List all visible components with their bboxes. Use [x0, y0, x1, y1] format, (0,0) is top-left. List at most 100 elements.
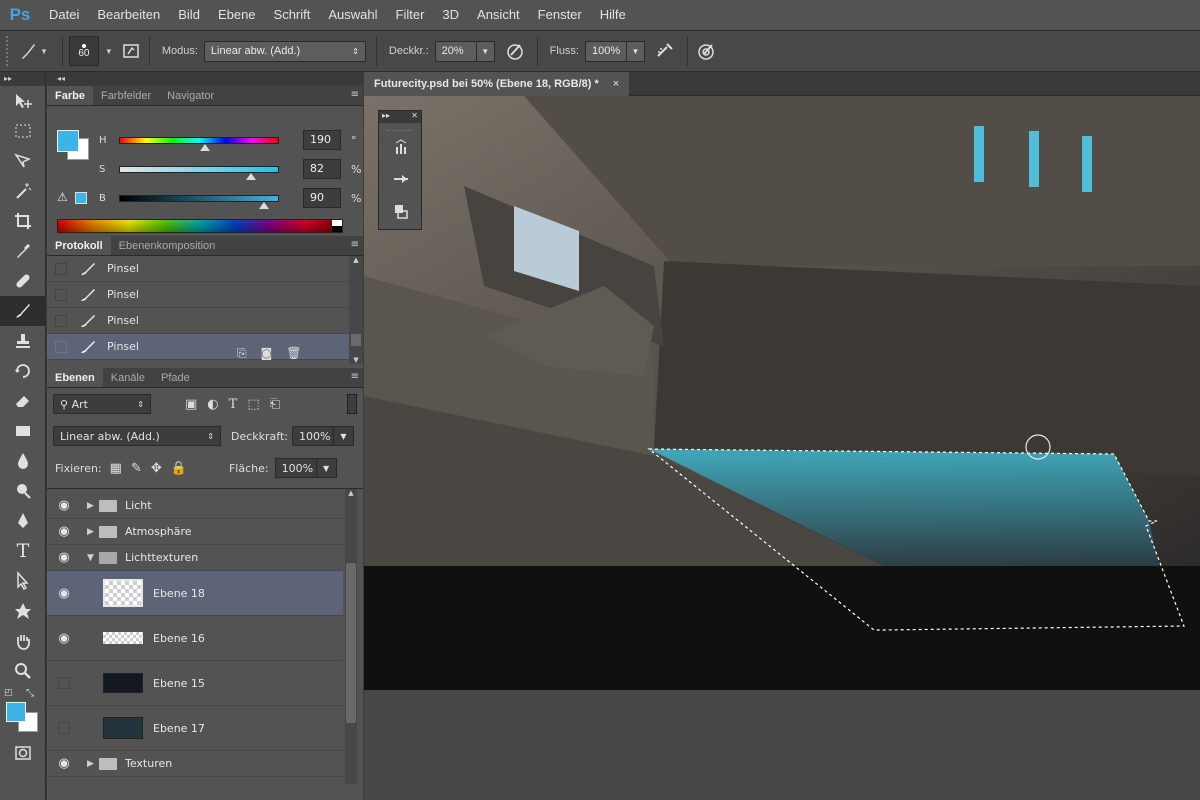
expand-arrow-icon[interactable]: ▶ — [87, 501, 99, 511]
pressure-size-icon[interactable] — [694, 39, 718, 63]
filter-adjustment-icon[interactable]: ◐ — [207, 397, 218, 412]
visibility-eye-icon[interactable]: ◉ — [47, 524, 81, 539]
brush-tool-icon[interactable] — [0, 296, 46, 326]
type-tool-icon[interactable]: T — [0, 536, 46, 566]
move-tool-icon[interactable] — [0, 86, 46, 116]
default-colors-icon[interactable]: ◰ — [4, 688, 13, 698]
history-item[interactable]: Pinsel — [47, 282, 349, 308]
layer-row[interactable]: Ebene 17 — [47, 706, 343, 751]
layer-row[interactable]: Ebene 15 — [47, 661, 343, 706]
visibility-eye-icon[interactable]: ◉ — [47, 756, 81, 771]
path-selection-tool-icon[interactable] — [0, 566, 46, 596]
layer-group-row[interactable]: ◉ ▶ Atmosphäre — [47, 519, 343, 545]
filter-smartobject-icon[interactable]: ⎗ — [270, 397, 280, 412]
spectrum-black-swatch[interactable] — [332, 226, 342, 232]
menu-datei[interactable]: Datei — [40, 0, 88, 30]
history-snapshot-box[interactable] — [55, 288, 67, 301]
layer-name[interactable]: Licht — [125, 499, 152, 512]
brightness-value-input[interactable]: 90 — [303, 188, 341, 208]
expand-arrow-icon[interactable]: ▶ — [87, 759, 99, 769]
fill-dropdown[interactable]: ▼ — [316, 458, 337, 478]
opacity-input[interactable]: 20% — [434, 40, 477, 62]
history-scroll-thumb[interactable] — [351, 334, 361, 346]
tab-pfade[interactable]: Pfade — [153, 368, 198, 387]
filter-shape-icon[interactable]: ⬚ — [247, 397, 259, 412]
close-icon[interactable]: ✕ — [411, 111, 418, 123]
panel-menu-icon[interactable]: ≡ — [351, 239, 359, 250]
hue-slider-thumb[interactable] — [199, 143, 210, 151]
brush-settings-icon[interactable] — [379, 163, 423, 195]
close-icon[interactable]: × — [613, 78, 619, 90]
gamut-color-swatch[interactable] — [75, 192, 87, 204]
tools-collapse-arrows[interactable]: ▸▸ — [0, 72, 45, 86]
menu-hilfe[interactable]: Hilfe — [591, 0, 635, 30]
layers-scroll-thumb[interactable] — [346, 563, 356, 723]
foreground-color-swatch[interactable] — [6, 702, 26, 722]
dodge-tool-icon[interactable] — [0, 476, 46, 506]
saturation-slider-thumb[interactable] — [246, 172, 257, 180]
scroll-up-icon[interactable]: ▲ — [345, 489, 357, 497]
tab-farbe[interactable]: Farbe — [47, 86, 93, 105]
zoom-tool-icon[interactable] — [0, 656, 46, 686]
panel-menu-icon[interactable]: ≡ — [351, 89, 359, 100]
brush-size-preview[interactable]: 60 — [68, 36, 99, 66]
lock-all-icon[interactable]: 🔒 — [171, 461, 187, 476]
menu-3d[interactable]: 3D — [433, 0, 468, 30]
airbrush-icon[interactable] — [653, 39, 677, 63]
quick-mask-icon[interactable] — [0, 738, 46, 768]
expand-arrow-icon[interactable]: ▶ — [87, 527, 99, 537]
history-item[interactable]: Pinsel — [47, 256, 349, 282]
tab-navigator[interactable]: Navigator — [159, 86, 222, 105]
layer-opacity-dropdown[interactable]: ▼ — [334, 426, 354, 446]
crop-tool-icon[interactable] — [0, 206, 46, 236]
opacity-dropdown-button[interactable]: ▼ — [476, 40, 495, 62]
collapse-arrow-icon[interactable]: ▼ — [87, 553, 99, 563]
brightness-slider[interactable] — [119, 194, 279, 209]
expand-arrows-icon[interactable]: ▸▸ — [382, 111, 390, 123]
clone-source-icon[interactable] — [379, 195, 423, 227]
floating-panel-grip[interactable] — [387, 123, 413, 131]
layer-name[interactable]: Lichttexturen — [125, 551, 198, 564]
flow-dropdown-button[interactable]: ▼ — [627, 40, 645, 62]
history-item[interactable]: Pinsel — [47, 308, 349, 334]
tab-ebenen[interactable]: Ebenen — [47, 368, 103, 387]
layer-group-row[interactable]: ◉ ▶ Licht — [47, 493, 343, 519]
scroll-up-icon[interactable]: ▲ — [349, 256, 363, 264]
options-grip[interactable] — [6, 36, 16, 66]
history-snapshot-box[interactable] — [55, 262, 67, 275]
swap-colors-icon[interactable]: ⤡ — [26, 688, 34, 699]
panels-collapse-arrows[interactable]: ◂◂ — [47, 72, 363, 86]
visibility-eye-icon[interactable]: ◉ — [47, 631, 81, 646]
canvas-image[interactable] — [364, 96, 1200, 800]
menu-fenster[interactable]: Fenster — [529, 0, 591, 30]
healing-brush-tool-icon[interactable] — [0, 266, 46, 296]
eraser-tool-icon[interactable] — [0, 386, 46, 416]
lock-image-pixels-icon[interactable]: ✎ — [131, 461, 142, 476]
layer-name[interactable]: Ebene 17 — [153, 722, 205, 735]
magic-wand-tool-icon[interactable] — [0, 176, 46, 206]
saturation-value-input[interactable]: 82 — [303, 159, 341, 179]
marquee-tool-icon[interactable] — [0, 116, 46, 146]
filter-toggle-switch[interactable] — [347, 394, 357, 414]
pressure-opacity-icon[interactable] — [503, 39, 527, 63]
layer-opacity-input[interactable]: 100% — [292, 426, 334, 446]
menu-filter[interactable]: Filter — [387, 0, 434, 30]
brightness-slider-thumb[interactable] — [259, 201, 269, 209]
gradient-tool-icon[interactable] — [0, 416, 46, 446]
menu-auswahl[interactable]: Auswahl — [319, 0, 386, 30]
layer-row-active[interactable]: ◉ Ebene 18 — [47, 571, 343, 616]
layer-name[interactable]: Ebene 18 — [153, 587, 205, 600]
hue-slider[interactable] — [119, 136, 279, 151]
history-snapshot-box[interactable] — [55, 314, 67, 327]
brush-presets-icon[interactable] — [379, 131, 423, 163]
history-scrollbar[interactable]: ▲ ▼ — [349, 256, 363, 364]
hue-value-input[interactable]: 190 — [303, 130, 341, 150]
brush-tool-preset-icon[interactable] — [16, 39, 40, 63]
menu-ebene[interactable]: Ebene — [209, 0, 265, 30]
layer-row[interactable]: ◉ Ebene 16 — [47, 616, 343, 661]
layer-name[interactable]: Atmosphäre — [125, 525, 192, 538]
flow-input[interactable]: 100% — [585, 40, 627, 62]
visibility-eye-icon[interactable]: ◉ — [47, 550, 81, 565]
history-snapshot-box[interactable] — [55, 340, 67, 353]
lock-position-icon[interactable]: ✥ — [151, 461, 162, 476]
